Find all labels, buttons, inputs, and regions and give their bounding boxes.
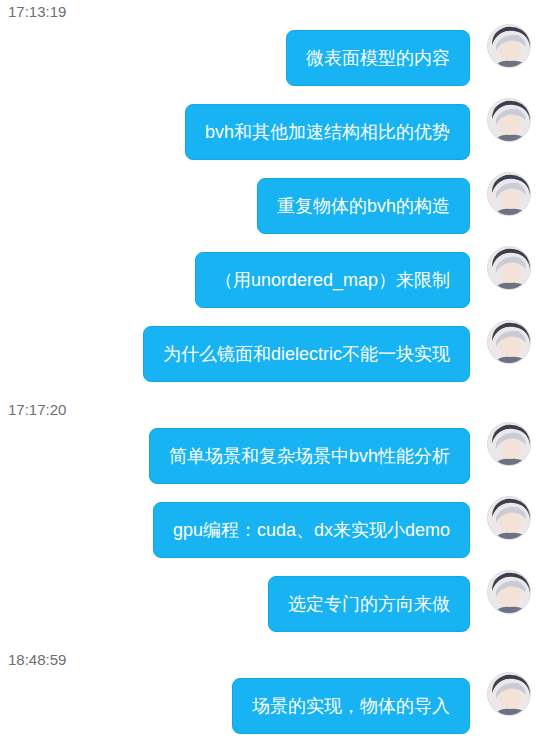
message-text: （用unordered_map）来限制: [215, 270, 450, 290]
message-bubble[interactable]: 重复物体的bvh的构造: [257, 178, 470, 234]
message-text: bvh和其他加速结构相比的优势: [205, 122, 450, 142]
avatar-icon[interactable]: [487, 570, 531, 614]
avatar-icon[interactable]: [487, 172, 531, 216]
message-bubble[interactable]: 微表面模型的内容: [286, 30, 470, 86]
timestamp: 17:13:19: [0, 2, 541, 22]
avatar-icon[interactable]: [487, 246, 531, 290]
message-row: 简单场景和复杂场景中bvh性能分析: [0, 428, 541, 484]
message-row: bvh和其他加速结构相比的优势: [0, 104, 541, 160]
message-text: 选定专门的方向来做: [288, 594, 450, 614]
message-text: 场景的实现，物体的导入: [252, 696, 450, 716]
message-text: gpu编程：cuda、dx来实现小demo: [173, 520, 450, 540]
message-text: 简单场景和复杂场景中bvh性能分析: [169, 446, 450, 466]
avatar-icon[interactable]: [487, 24, 531, 68]
message-bubble[interactable]: （用unordered_map）来限制: [195, 252, 470, 308]
message-text: 微表面模型的内容: [306, 48, 450, 68]
message-bubble[interactable]: 选定专门的方向来做: [268, 576, 470, 632]
message-row: 场景的实现，物体的导入: [0, 678, 541, 734]
timestamp: 18:48:59: [0, 650, 541, 670]
message-row: 选定专门的方向来做: [0, 576, 541, 632]
avatar-icon[interactable]: [487, 98, 531, 142]
chat-log: 17:13:19 微表面模型的内容 bvh和其他加速结构相比的优势重复物体的bvh的…: [0, 0, 541, 750]
message-bubble[interactable]: bvh和其他加速结构相比的优势: [185, 104, 470, 160]
message-row: 重复物体的bvh的构造: [0, 178, 541, 234]
message-row: 微表面模型的内容: [0, 30, 541, 86]
avatar-icon[interactable]: [487, 422, 531, 466]
message-row: （用unordered_map）来限制: [0, 252, 541, 308]
message-bubble[interactable]: gpu编程：cuda、dx来实现小demo: [153, 502, 470, 558]
message-bubble[interactable]: 为什么镜面和dielectric不能一块实现: [143, 326, 470, 382]
timestamp-text: 17:13:19: [8, 3, 66, 20]
message-row: 为什么镜面和dielectric不能一块实现: [0, 326, 541, 382]
avatar-icon[interactable]: [487, 672, 531, 716]
message-bubble[interactable]: 场景的实现，物体的导入: [232, 678, 470, 734]
message-text: 为什么镜面和dielectric不能一块实现: [163, 344, 450, 364]
timestamp-text: 17:17:20: [8, 401, 66, 418]
timestamp: 17:17:20: [0, 400, 541, 420]
avatar-icon[interactable]: [487, 496, 531, 540]
timestamp-text: 18:48:59: [8, 651, 66, 668]
message-row: gpu编程：cuda、dx来实现小demo: [0, 502, 541, 558]
message-bubble[interactable]: 简单场景和复杂场景中bvh性能分析: [149, 428, 470, 484]
avatar-icon[interactable]: [487, 320, 531, 364]
message-text: 重复物体的bvh的构造: [277, 196, 450, 216]
